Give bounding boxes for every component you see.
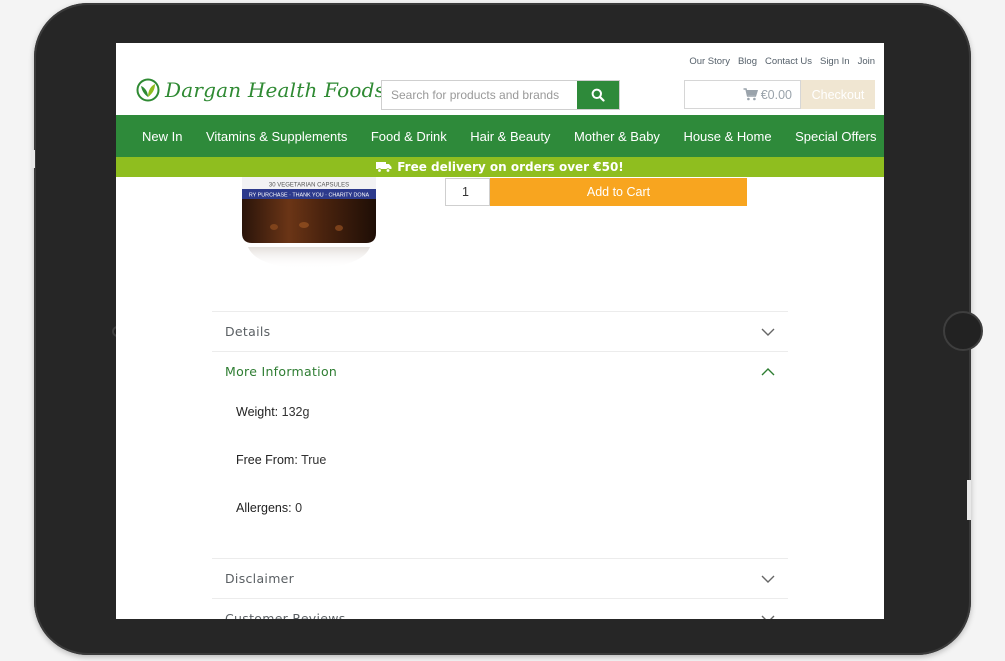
nav-special-offers[interactable]: Special Offers <box>795 129 876 144</box>
home-button[interactable] <box>943 311 983 351</box>
nav-new-in[interactable]: New In <box>142 129 182 144</box>
accordion-more-information-title: More Information <box>225 364 338 379</box>
search-input[interactable] <box>382 81 577 109</box>
accordion-disclaimer[interactable]: Disclaimer <box>212 558 788 598</box>
info-weight-value: 132g <box>281 405 310 419</box>
chevron-down-icon <box>761 575 775 583</box>
side-button <box>31 150 35 168</box>
delivery-banner: Free delivery on orders over €50! <box>116 157 884 177</box>
truck-icon <box>376 162 392 173</box>
link-our-story[interactable]: Our Story <box>689 56 730 67</box>
cart-icon <box>743 88 758 101</box>
leaf-logo-icon <box>136 78 160 102</box>
top-links: Our Story Blog Contact Us Sign In Join <box>689 56 875 67</box>
nav-hair-beauty[interactable]: Hair & Beauty <box>470 129 550 144</box>
logo-text: Dargan Health Foods <box>165 78 386 102</box>
site-logo[interactable]: Dargan Health Foods <box>136 78 385 102</box>
add-to-cart-button[interactable]: Add to Cart <box>490 178 747 206</box>
nav-vitamins-supplements[interactable]: Vitamins & Supplements <box>206 129 347 144</box>
accordion-details[interactable]: Details <box>212 311 788 351</box>
info-free-from-value: True <box>301 453 327 467</box>
link-blog[interactable]: Blog <box>738 56 757 67</box>
search-bar <box>381 80 620 110</box>
info-allergens: Allergens: 0 <box>236 501 302 515</box>
link-contact-us[interactable]: Contact Us <box>765 56 812 67</box>
info-allergens-key: Allergens: <box>236 501 292 515</box>
quantity-input[interactable]: 1 <box>445 178 490 206</box>
accordion-disclaimer-title: Disclaimer <box>225 571 295 586</box>
search-icon <box>591 88 605 102</box>
chevron-down-icon <box>761 615 775 619</box>
product-label-text: 30 VEGETARIAN CAPSULES <box>269 183 349 189</box>
chevron-up-icon <box>761 367 775 375</box>
product-image: 30 VEGETARIAN CAPSULES RY PURCHASE · THA… <box>242 177 376 269</box>
info-weight-key: Weight: <box>236 405 279 419</box>
banner-text: Free delivery on orders over €50! <box>397 160 624 174</box>
accordion-customer-reviews[interactable]: Customer Reviews <box>212 598 788 619</box>
product-band-text: RY PURCHASE · THANK YOU · CHARITY DONA <box>249 193 370 199</box>
main-nav: New In Vitamins & Supplements Food & Dri… <box>116 115 884 157</box>
cart-amount: €0.00 <box>760 87 792 102</box>
link-sign-in[interactable]: Sign In <box>820 56 850 67</box>
mini-cart[interactable]: €0.00 <box>684 80 801 109</box>
info-weight: Weight: 132g <box>236 405 309 419</box>
side-button <box>967 480 971 520</box>
search-button[interactable] <box>577 81 619 109</box>
accordion-customer-reviews-title: Customer Reviews <box>225 611 346 619</box>
info-allergens-value: 0 <box>295 501 303 515</box>
browser-screen: Our Story Blog Contact Us Sign In Join D… <box>116 43 884 619</box>
chevron-down-icon <box>761 328 775 336</box>
accordion-details-title: Details <box>225 324 271 339</box>
nav-house-home[interactable]: House & Home <box>683 129 771 144</box>
link-join[interactable]: Join <box>858 56 875 67</box>
accordion-more-information[interactable]: More Information <box>212 351 788 391</box>
nav-mother-baby[interactable]: Mother & Baby <box>574 129 660 144</box>
checkout-button[interactable]: Checkout <box>801 80 875 109</box>
info-free-from-key: Free From: <box>236 453 298 467</box>
nav-food-drink[interactable]: Food & Drink <box>371 129 447 144</box>
info-free-from: Free From: True <box>236 453 326 467</box>
